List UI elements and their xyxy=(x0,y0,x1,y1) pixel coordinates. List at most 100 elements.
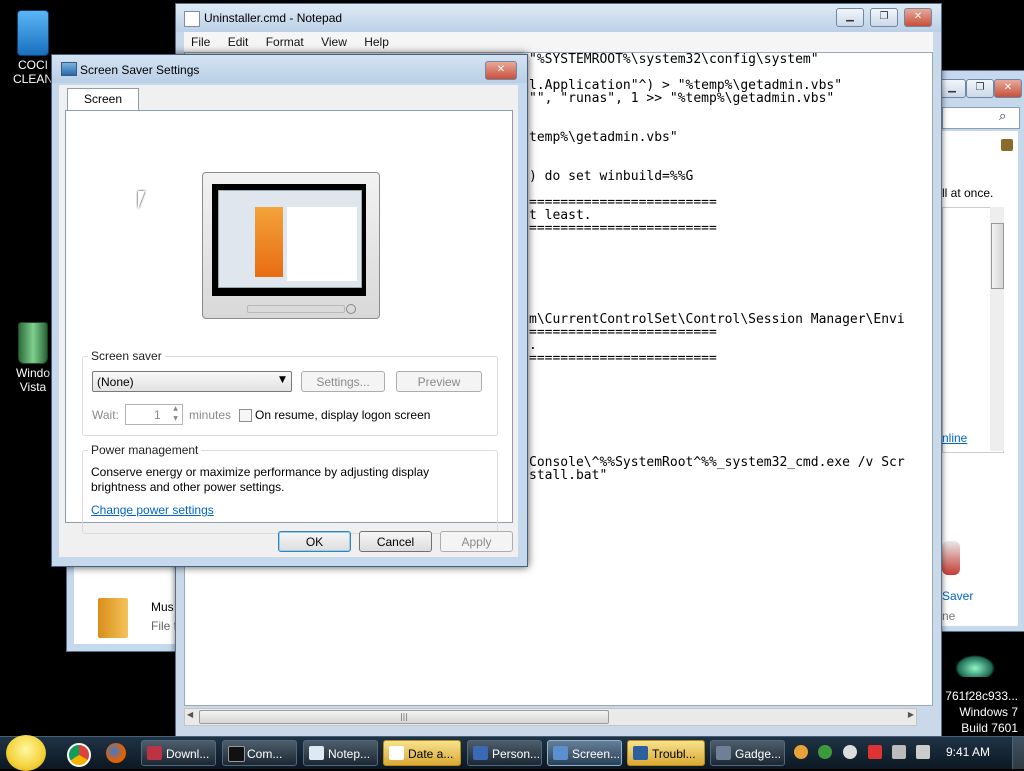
maximize-button[interactable]: ❐ xyxy=(966,79,994,98)
get-more-themes-link[interactable]: nline xyxy=(942,431,967,445)
monitor-power-button xyxy=(346,304,356,314)
watermark-os: Windows 7 xyxy=(959,705,1018,719)
tab-screen-saver[interactable]: Screen Saver xyxy=(67,88,139,126)
maximize-button[interactable]: ❐ xyxy=(870,8,898,27)
search-icon[interactable] xyxy=(794,745,808,759)
taskbar: Downl... Com... Notep... Date a... Perso… xyxy=(0,735,1024,771)
screen-saver-preview xyxy=(202,172,380,319)
start-button[interactable] xyxy=(6,735,46,771)
group-title: Screen saver xyxy=(88,349,165,363)
taskbar-button[interactable]: Screen... xyxy=(547,740,622,766)
menu-edit[interactable]: Edit xyxy=(221,32,256,52)
download-icon xyxy=(147,746,162,760)
menu-bar: File Edit Format View Help xyxy=(184,32,933,52)
firefox-icon[interactable] xyxy=(106,743,126,763)
taskbar-button[interactable]: Person... xyxy=(467,740,542,766)
menu-view[interactable]: View xyxy=(314,32,354,52)
taskbar-label: Gadge... xyxy=(735,747,782,761)
vertical-scrollbar[interactable] xyxy=(990,207,1004,451)
window-title: Uninstaller.cmd - Notepad xyxy=(204,11,343,25)
minus-circle-icon[interactable] xyxy=(843,745,857,759)
minimize-button[interactable]: ▁ xyxy=(836,8,864,27)
action-center-icon[interactable] xyxy=(868,745,882,759)
help-icon[interactable] xyxy=(1001,139,1013,151)
preview-button[interactable]: Preview xyxy=(396,371,482,392)
close-button[interactable]: ✕ xyxy=(485,61,517,80)
scroll-thumb[interactable]: ||| xyxy=(199,710,609,724)
preview-window xyxy=(218,190,362,288)
volume-icon[interactable] xyxy=(916,745,930,759)
recycle-bin-icon xyxy=(18,322,48,364)
mouse-cursor-icon xyxy=(138,191,152,209)
editor-line: temp%\getadmin.vbs" xyxy=(529,130,678,145)
item-name[interactable]: Mus xyxy=(151,600,174,614)
taskbar-button[interactable]: Troubl... xyxy=(627,740,705,766)
resume-checkbox[interactable] xyxy=(239,409,252,422)
apply-button[interactable]: Apply xyxy=(440,531,513,552)
clock[interactable]: 9:41 AM xyxy=(946,745,990,759)
ok-button[interactable]: OK xyxy=(278,531,351,552)
preview-content xyxy=(287,207,357,281)
taskbar-button[interactable]: Notep... xyxy=(303,740,378,766)
horizontal-scrollbar[interactable]: ◀ ||| ▶ xyxy=(184,708,917,726)
menu-help[interactable]: Help xyxy=(357,32,396,52)
display-icon[interactable] xyxy=(892,745,906,759)
screen-saver-select[interactable]: (None) ▼ xyxy=(92,371,292,392)
close-button[interactable]: ✕ xyxy=(994,79,1022,98)
change-power-settings-link[interactable]: Change power settings xyxy=(91,503,214,517)
taskbar-label: Screen... xyxy=(572,747,621,761)
aurora-icon xyxy=(955,655,995,677)
taskbar-label: Person... xyxy=(492,747,541,761)
preview-panel xyxy=(255,207,283,277)
minimize-button[interactable]: ▁ xyxy=(938,79,966,98)
notepad-titlebar[interactable]: Uninstaller.cmd - Notepad ▁ ❐ ✕ xyxy=(176,4,941,32)
explorer-window: Mus File f xyxy=(66,555,188,652)
screen-saver-icon[interactable] xyxy=(942,541,960,575)
spin-down-icon[interactable]: ▼ xyxy=(169,415,182,424)
network-globe-icon[interactable] xyxy=(818,745,832,759)
ccleaner-icon xyxy=(17,10,49,56)
settings-button[interactable]: Settings... xyxy=(301,371,385,392)
taskbar-button[interactable]: Downl... xyxy=(141,740,216,766)
personalization-window: ▁ ❐ ✕ ⌕ ll at once. nline Saver ne xyxy=(938,70,1024,632)
scroll-left-arrow[interactable]: ◀ xyxy=(187,710,193,719)
close-button[interactable]: ✕ xyxy=(904,8,932,27)
taskbar-button[interactable]: Com... xyxy=(222,740,297,766)
chrome-icon[interactable] xyxy=(67,743,91,767)
wait-label: Wait: xyxy=(92,408,119,422)
resume-label: On resume, display logon screen xyxy=(255,408,431,422)
minutes-label: minutes xyxy=(189,408,232,422)
watermark-hash: 761f28c933... xyxy=(945,689,1018,703)
folder-icon xyxy=(98,598,128,638)
screen-saver-link[interactable]: Saver xyxy=(942,589,973,603)
preview-screen xyxy=(212,184,366,296)
menu-format[interactable]: Format xyxy=(259,32,311,52)
show-desktop-button[interactable] xyxy=(1012,737,1024,769)
power-description: Conserve energy or maximize performance … xyxy=(91,465,430,479)
spin-up-icon[interactable]: ▲ xyxy=(169,405,182,414)
wait-stepper[interactable]: 1 ▲ ▼ xyxy=(125,404,183,425)
editor-line: "", "runas", 1 >> "%temp%\getadmin.vbs" xyxy=(529,91,835,106)
scroll-thumb[interactable] xyxy=(991,223,1004,289)
editor-line: "%SYSTEMROOT%\system32\config\system" xyxy=(529,52,819,67)
screen-saver-dialog: Screen Saver Settings ✕ Screen Saver xyxy=(51,54,528,567)
scroll-right-arrow[interactable]: ▶ xyxy=(908,710,914,719)
address-bar[interactable]: ⌕ xyxy=(942,107,1020,129)
date-time-icon xyxy=(389,746,404,760)
troubleshoot-icon xyxy=(633,746,648,760)
wait-value[interactable]: 1 xyxy=(154,408,161,422)
search-icon[interactable]: ⌕ xyxy=(999,109,1006,124)
dialog-titlebar[interactable]: Screen Saver Settings ✕ xyxy=(52,55,527,83)
cancel-button[interactable]: Cancel xyxy=(359,531,432,552)
menu-file[interactable]: File xyxy=(184,32,217,52)
taskbar-button[interactable]: Gadge... xyxy=(710,740,785,766)
notepad-icon xyxy=(184,11,200,27)
taskbar-button[interactable]: Date a... xyxy=(383,740,461,766)
watermark-build: Build 7601 xyxy=(961,721,1018,735)
personalization-icon xyxy=(473,746,488,760)
